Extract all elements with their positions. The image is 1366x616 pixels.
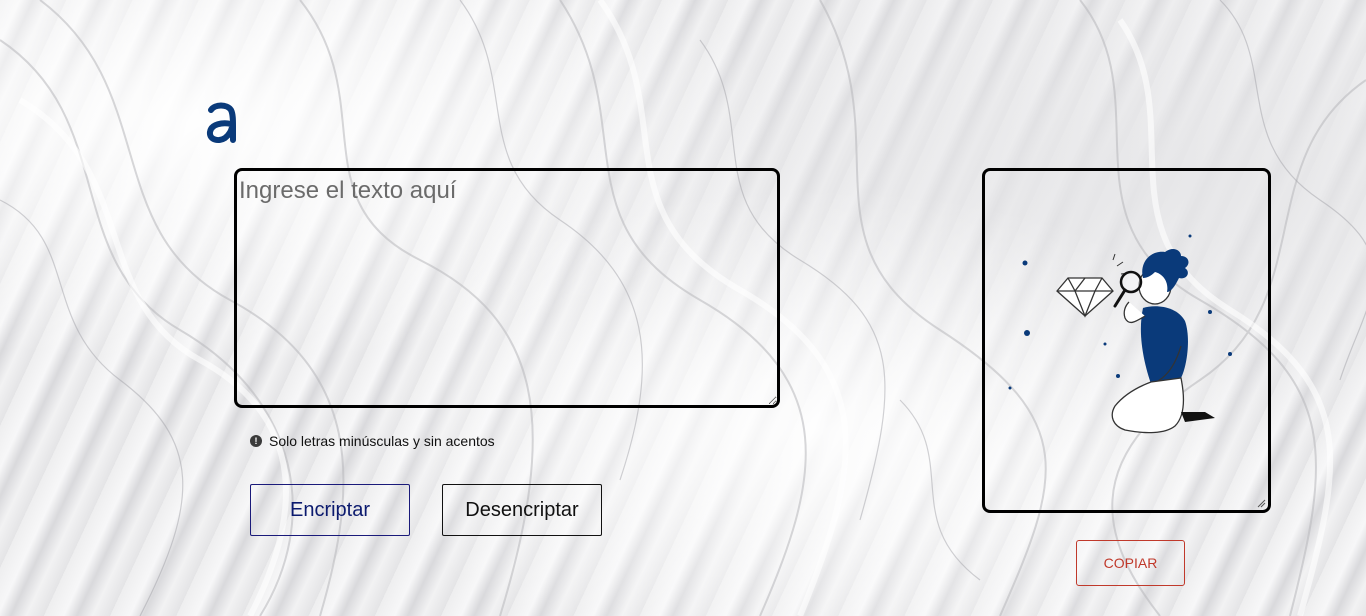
person-searching-illustration <box>1008 234 1232 434</box>
text-input[interactable] <box>234 168 780 408</box>
output-panel[interactable] <box>982 168 1271 513</box>
decrypt-button[interactable]: Desencriptar <box>442 484 602 536</box>
resize-handle-icon[interactable] <box>1256 498 1266 508</box>
info-icon: ! <box>250 435 262 447</box>
diamond-icon <box>1056 277 1114 318</box>
copy-button[interactable]: COPIAR <box>1076 540 1185 586</box>
encrypt-button[interactable]: Encriptar <box>250 484 410 536</box>
hint-text: Solo letras minúsculas y sin acentos <box>269 433 495 449</box>
hint: ! Solo letras minúsculas y sin acentos <box>250 433 495 449</box>
alura-logo <box>206 102 236 143</box>
